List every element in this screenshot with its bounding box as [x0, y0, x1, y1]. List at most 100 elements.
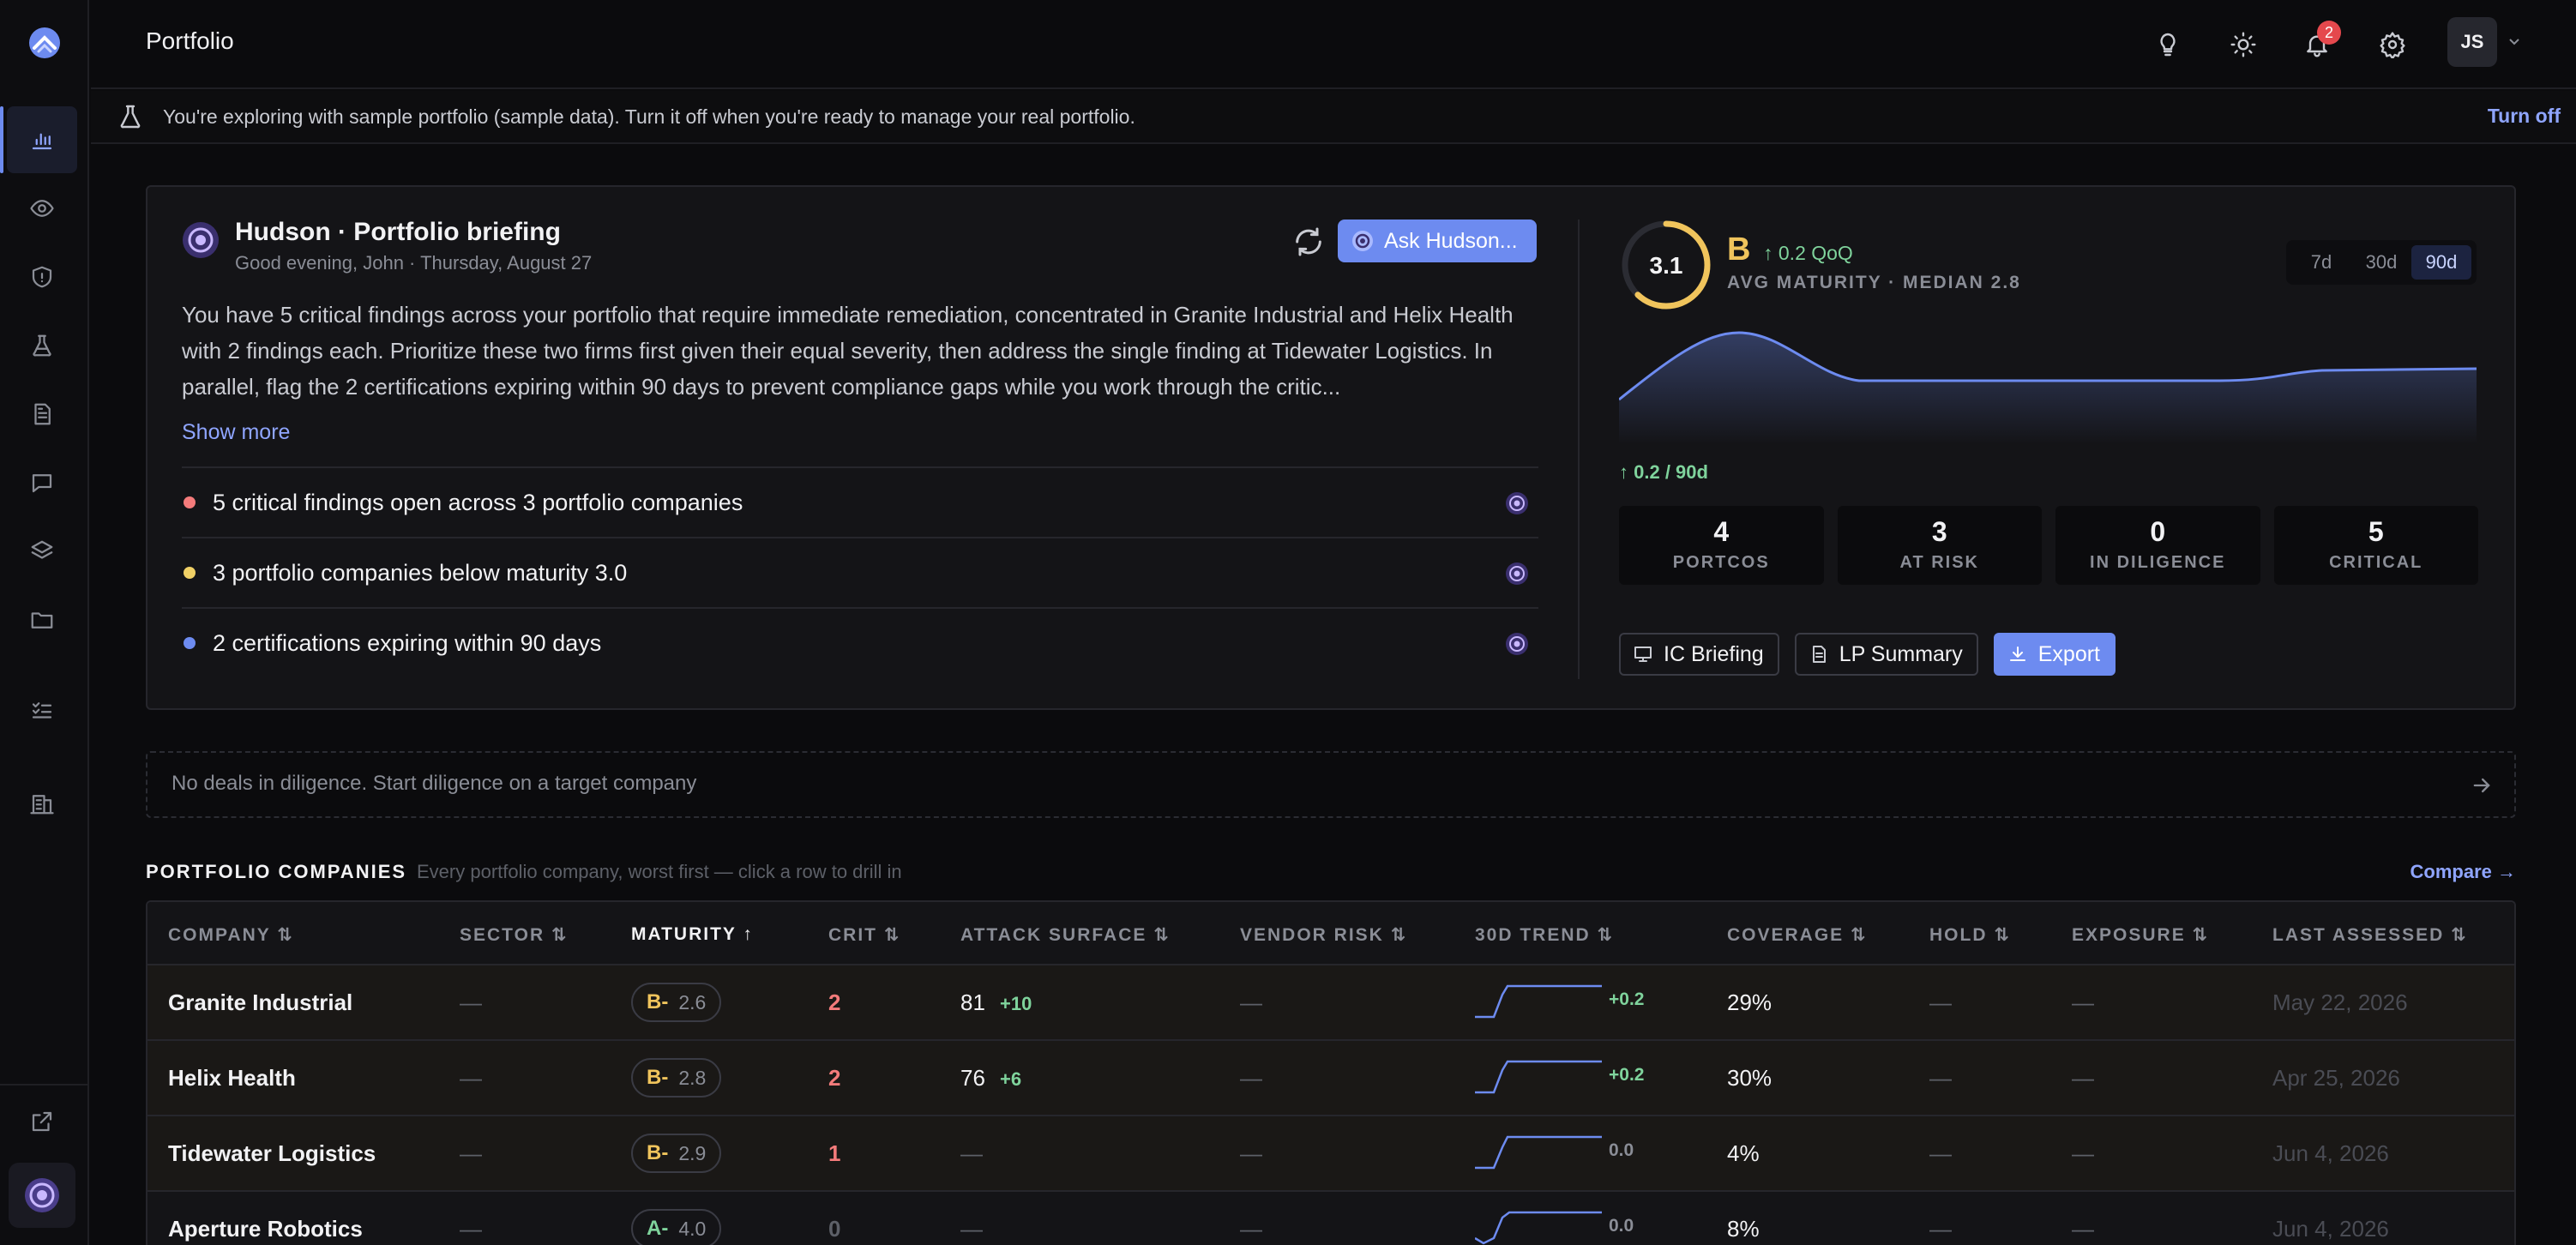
column-header[interactable]: CRIT ⇅: [828, 924, 900, 946]
column-header[interactable]: SECTOR ⇅: [460, 924, 569, 946]
stat-at-risk[interactable]: 3 AT RISK: [1837, 506, 2042, 585]
companies-table: COMPANY ⇅ SECTOR ⇅ MATURITY ↑ CRIT ⇅ ATT…: [146, 900, 2516, 1245]
maturity-score-ring: 3.1: [1622, 220, 1711, 310]
presentation-icon: [1634, 647, 1652, 662]
sidebar-item-tasks[interactable]: [7, 677, 77, 744]
sidebar-item-labs[interactable]: [7, 312, 77, 379]
refresh-icon[interactable]: [1291, 225, 1326, 259]
turn-off-link[interactable]: Turn off: [2488, 105, 2561, 128]
sidebar-item-external[interactable]: [7, 1087, 77, 1156]
finding-item[interactable]: 5 critical findings open across 3 portfo…: [182, 466, 1538, 537]
sector-cell: —: [460, 1140, 482, 1166]
bar-chart-icon: [32, 133, 52, 150]
building-icon: [30, 795, 54, 815]
sidebar-item-layers[interactable]: [7, 518, 77, 585]
table-row[interactable]: Granite Industrial — B- 2.6 2 81 +10 — +0.2 29% — —…: [147, 965, 2514, 1041]
stat-in-diligence[interactable]: 0 IN DILIGENCE: [2055, 506, 2260, 585]
hudson-icon[interactable]: [1504, 561, 1530, 586]
sidebar-item-documents[interactable]: [7, 381, 77, 448]
hudson-icon[interactable]: [1504, 490, 1530, 516]
vendor-risk-cell: —: [1240, 989, 1262, 1015]
ic-briefing-button[interactable]: IC Briefing: [1619, 633, 1779, 676]
maturity-pill: B- 2.6: [631, 983, 722, 1022]
column-header[interactable]: COVERAGE ⇅: [1727, 924, 1868, 946]
company-name: Granite Industrial: [168, 989, 353, 1015]
maturity-grade: A-: [647, 1217, 669, 1240]
table-row[interactable]: Helix Health — B- 2.8 2 76 +6 — +0.2 30% — — Apr 25,…: [147, 1041, 2514, 1116]
lp-summary-button[interactable]: LP Summary: [1794, 633, 1978, 676]
layers-icon: [31, 540, 53, 559]
maturity-grade: B-: [647, 1141, 669, 1164]
stat-portcos[interactable]: 4 PORTCOS: [1619, 506, 1824, 585]
column-header[interactable]: LAST ASSESSED ⇅: [2272, 924, 2468, 946]
findings-list: 5 critical findings open across 3 portfo…: [182, 466, 1538, 677]
company-name: Helix Health: [168, 1065, 296, 1091]
finding-item[interactable]: 3 portfolio companies below maturity 3.0: [182, 537, 1538, 607]
trend-sparkline: [1475, 1135, 1602, 1170]
coverage-cell: 8%: [1727, 1216, 1760, 1242]
chevron-down-icon[interactable]: [2506, 33, 2523, 50]
range-7d[interactable]: 7d: [2291, 245, 2351, 280]
last-assessed-cell: Apr 25, 2026: [2272, 1065, 2400, 1091]
sidebar-item-companies[interactable]: [7, 770, 77, 837]
theme-toggle-button[interactable]: [2223, 24, 2264, 65]
finding-text: 3 portfolio companies below maturity 3.0: [213, 559, 628, 586]
tips-button[interactable]: [2147, 24, 2188, 65]
attack-surface-value: 76: [960, 1065, 985, 1091]
maturity-pill: B- 2.8: [631, 1058, 722, 1098]
table-row[interactable]: Aperture Robotics — A- 4.0 0 — — 0.0 8% — — Jun 4, …: [147, 1192, 2514, 1245]
sector-cell: —: [460, 989, 482, 1015]
export-button[interactable]: Export: [1993, 633, 2116, 676]
hudson-icon[interactable]: [1504, 631, 1530, 657]
stat-critical[interactable]: 5 CRITICAL: [2273, 506, 2478, 585]
briefing-body: You have 5 critical findings across your…: [182, 302, 1514, 400]
finding-text: 5 critical findings open across 3 portfo…: [213, 489, 743, 515]
exposure-cell: —: [2072, 1140, 2094, 1166]
last-assessed-cell: May 22, 2026: [2272, 989, 2408, 1015]
document-icon: [1812, 646, 1826, 663]
stat-value: 0: [2150, 516, 2166, 547]
settings-button[interactable]: [2372, 24, 2413, 65]
sidebar-item-messages[interactable]: [7, 449, 77, 516]
coverage-cell: 29%: [1727, 989, 1773, 1015]
column-header[interactable]: COMPANY ⇅: [168, 924, 294, 946]
stat-label: CRITICAL: [2329, 553, 2423, 572]
column-header[interactable]: ATTACK SURFACE ⇅: [960, 924, 1171, 946]
sidebar-divider: [0, 1084, 89, 1086]
vendor-risk-cell: —: [1240, 1140, 1262, 1166]
finding-item[interactable]: 2 certifications expiring within 90 days: [182, 607, 1538, 677]
hudson-assistant-button[interactable]: [9, 1163, 75, 1228]
sidebar-item-security[interactable]: [7, 244, 77, 310]
crit-count: 1: [828, 1140, 841, 1166]
ask-hudson-button[interactable]: Ask Hudson...: [1338, 220, 1537, 262]
sidebar-item-files[interactable]: [7, 586, 77, 653]
range-90d[interactable]: 90d: [2411, 245, 2471, 280]
notifications-button[interactable]: 2: [2296, 21, 2341, 65]
column-header[interactable]: HOLD ⇅: [1929, 924, 2011, 946]
ic-briefing-label: IC Briefing: [1664, 641, 1764, 666]
column-header[interactable]: 30D TREND ⇅: [1475, 924, 1614, 946]
show-more-link[interactable]: Show more: [182, 420, 290, 445]
lp-summary-label: LP Summary: [1839, 641, 1963, 666]
range-30d[interactable]: 30d: [2351, 245, 2411, 280]
attack-surface-value: —: [960, 1216, 983, 1242]
user-avatar[interactable]: JS: [2447, 17, 2497, 67]
table-row[interactable]: Tidewater Logistics — B- 2.9 1 — — 0.0 4% — — Jun 4…: [147, 1116, 2514, 1192]
avg-maturity-label: AVG MATURITY · MEDIAN 2.8: [1727, 273, 2021, 292]
column-header[interactable]: VENDOR RISK ⇅: [1240, 924, 1407, 946]
exposure-cell: —: [2072, 989, 2094, 1015]
column-header[interactable]: EXPOSURE ⇅: [2072, 924, 2209, 946]
sidebar-item-monitoring[interactable]: [7, 175, 77, 242]
ask-hudson-label: Ask Hudson...: [1384, 228, 1518, 253]
exposure-cell: —: [2072, 1216, 2094, 1242]
banner-text: You're exploring with sample portfolio (…: [163, 105, 1135, 128]
diligence-empty-state[interactable]: No deals in diligence. Start diligence o…: [146, 751, 2516, 818]
column-header[interactable]: MATURITY ↑: [631, 924, 754, 945]
attack-surface-value: 81: [960, 989, 985, 1015]
compare-link[interactable]: Compare →: [2410, 861, 2516, 883]
flask-icon: [120, 105, 141, 129]
sidebar-item-portfolio[interactable]: [0, 106, 77, 173]
card-divider: [1578, 220, 1580, 679]
download-icon: [2009, 647, 2025, 661]
app-logo-icon[interactable]: [26, 24, 63, 62]
